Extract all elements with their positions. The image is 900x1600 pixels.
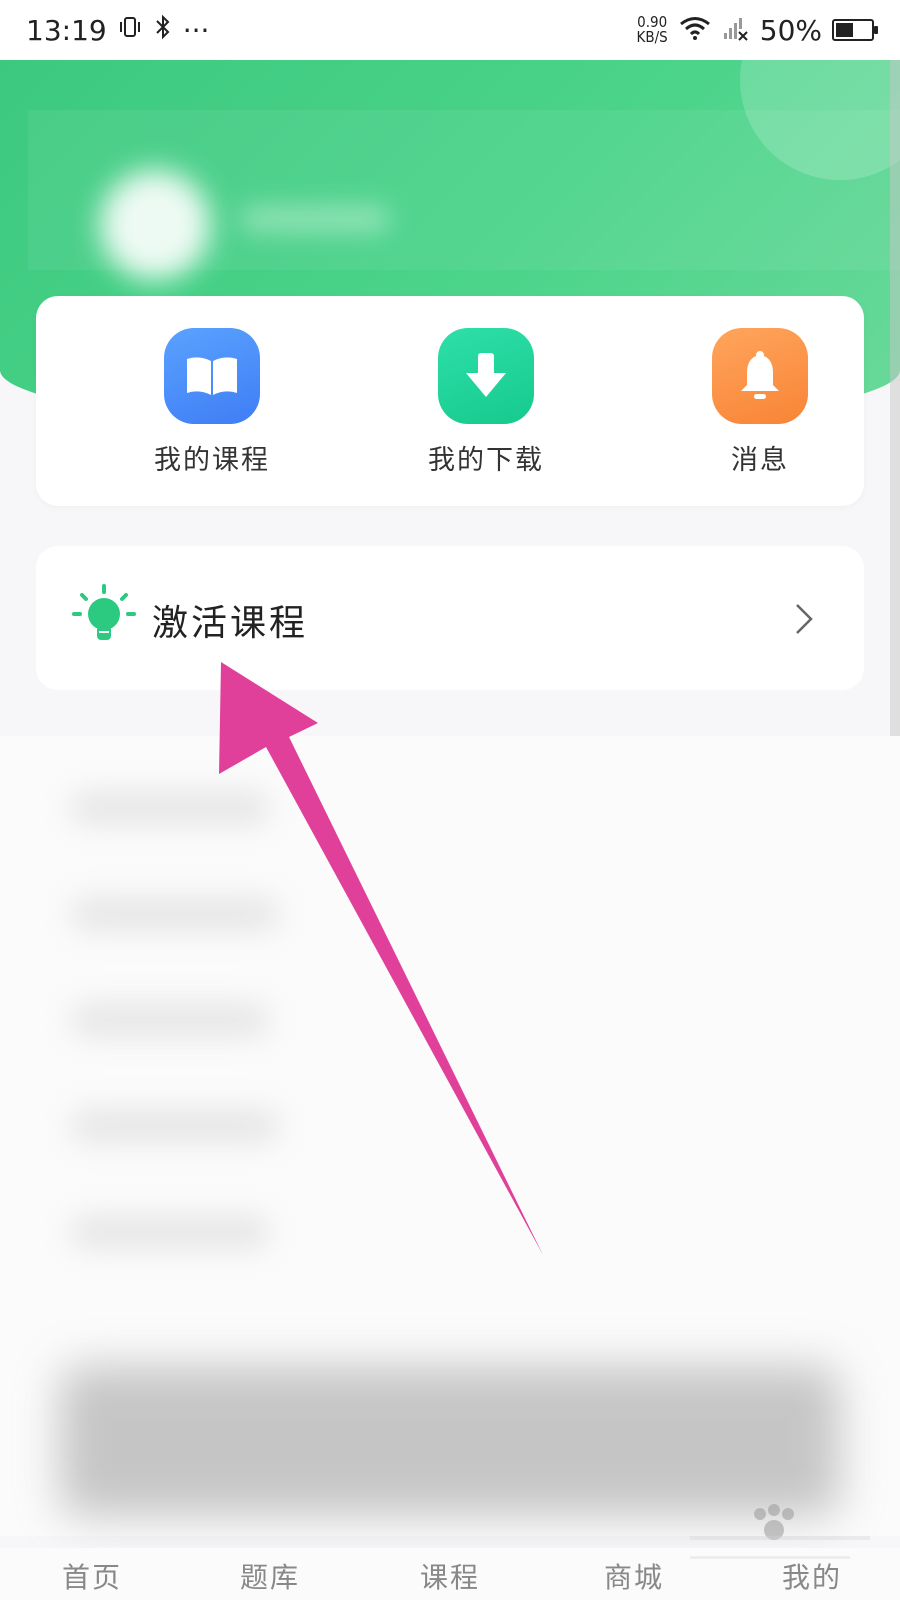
quick-action-messages[interactable]: 消息 xyxy=(680,328,840,477)
battery-icon xyxy=(832,19,878,41)
lightbulb-icon xyxy=(72,584,136,640)
blurred-banner xyxy=(60,1366,840,1516)
blurred-list-item xyxy=(70,1214,270,1250)
network-speed: 0.90 KB/S xyxy=(637,15,668,45)
quick-action-label: 消息 xyxy=(731,445,789,476)
bluetooth-icon xyxy=(153,14,173,47)
quick-actions-card: 我的课程 我的下载 消息 xyxy=(36,296,864,506)
book-icon xyxy=(164,328,260,424)
activate-course-row[interactable]: 激活课程 xyxy=(36,546,864,690)
vibrate-icon xyxy=(117,14,143,47)
nav-tab-question-bank[interactable]: 题库 xyxy=(240,1556,300,1596)
status-left: 13:19 ··· xyxy=(26,14,209,47)
status-right: 0.90 KB/S 50% xyxy=(637,13,878,47)
activate-course-label: 激活课程 xyxy=(152,603,309,644)
battery-percent: 50% xyxy=(759,13,822,47)
quick-action-label: 我的下载 xyxy=(428,445,544,476)
username xyxy=(240,205,390,233)
quick-action-label: 我的课程 xyxy=(154,445,270,476)
wifi-icon xyxy=(678,15,712,45)
quick-action-my-courses[interactable]: 我的课程 xyxy=(132,328,292,477)
download-icon xyxy=(438,328,534,424)
status-time: 13:19 xyxy=(26,13,107,47)
blurred-content xyxy=(0,736,900,1536)
signal-icon xyxy=(722,15,750,45)
nav-tab-home[interactable]: 首页 xyxy=(62,1556,122,1596)
bell-icon xyxy=(712,328,808,424)
scroll-edge xyxy=(890,60,900,736)
network-speed-unit: KB/S xyxy=(636,28,668,46)
nav-tab-mall[interactable]: 商城 xyxy=(604,1556,664,1596)
blurred-list-item xyxy=(70,1002,270,1038)
avatar[interactable] xyxy=(100,170,210,280)
more-dots: ··· xyxy=(182,13,210,47)
blurred-list-item xyxy=(70,790,270,826)
blurred-list-item xyxy=(70,1108,280,1144)
blurred-list-item xyxy=(70,896,280,932)
nav-tab-courses[interactable]: 课程 xyxy=(420,1556,480,1596)
status-bar: 13:19 ··· 0.90 KB/S 50% xyxy=(0,0,900,60)
quick-action-my-downloads[interactable]: 我的下载 xyxy=(406,328,566,477)
battery-fill xyxy=(836,23,853,37)
chevron-right-icon xyxy=(796,604,813,634)
watermark-logo xyxy=(690,1504,870,1559)
app-screen: 13:19 ··· 0.90 KB/S 50% 我的课程 我的下载 消息 激活课… xyxy=(0,0,900,1600)
